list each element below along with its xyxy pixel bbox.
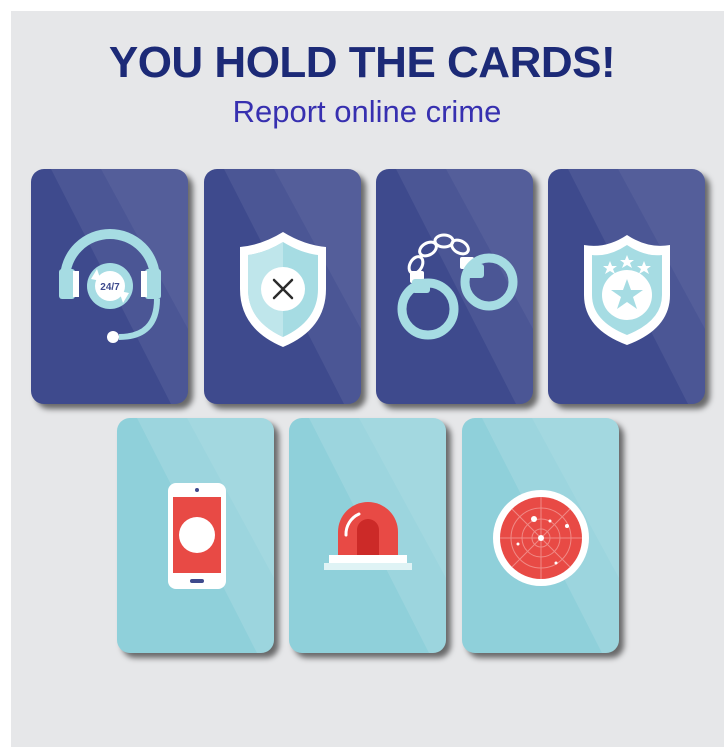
card-shield-x[interactable] <box>204 169 361 404</box>
radar-icon <box>493 490 589 586</box>
smartphone-icon <box>168 483 226 589</box>
card-handcuffs[interactable] <box>376 169 533 404</box>
hours-label: 24/7 <box>100 282 120 293</box>
card-radar[interactable] <box>462 418 619 653</box>
card-police-badge[interactable] <box>548 169 705 404</box>
page-title: YOU HOLD THE CARDS! <box>108 38 616 87</box>
headset-support-icon: 24/7 <box>59 229 161 343</box>
card-siren[interactable] <box>289 418 446 653</box>
card-smartphone[interactable] <box>117 418 274 653</box>
shield-x-icon <box>240 232 326 347</box>
handcuffs-icon <box>397 233 518 340</box>
siren-icon <box>324 502 412 570</box>
card-headset-support[interactable]: 24/7 <box>31 169 188 404</box>
page-subtitle: Report online crime <box>232 94 502 129</box>
police-badge-icon <box>584 235 670 345</box>
